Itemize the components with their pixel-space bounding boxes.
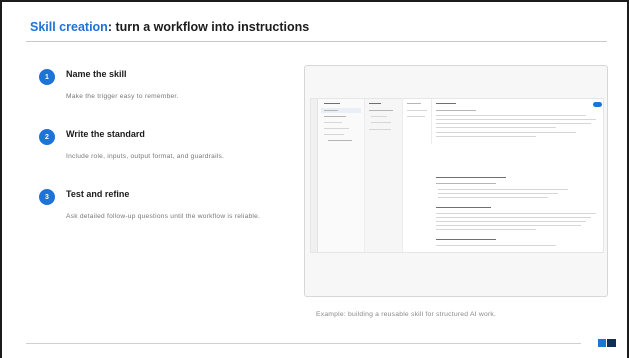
slide-title-accent: Skill creation bbox=[30, 20, 108, 34]
step-description: Ask detailed follow-up questions until t… bbox=[66, 213, 261, 220]
step-description: Make the trigger easy to remember. bbox=[66, 93, 179, 100]
step-number-badge: 2 bbox=[39, 129, 55, 145]
slide-title-rest: : turn a workflow into instructions bbox=[107, 20, 310, 34]
screenshot-app-window bbox=[310, 98, 604, 253]
screenshot-icon-rail bbox=[311, 99, 318, 252]
screenshot-tree-column bbox=[403, 99, 432, 144]
step-title: Write the standard bbox=[66, 129, 145, 139]
step-description: Include role, inputs, output format, and… bbox=[66, 153, 225, 160]
figure-caption: Example: building a reusable skill for s… bbox=[316, 311, 497, 318]
screenshot-document-pane bbox=[432, 99, 605, 252]
step-title: Test and refine bbox=[66, 189, 130, 199]
example-screenshot bbox=[304, 65, 608, 297]
step-number-badge: 1 bbox=[39, 69, 55, 85]
screenshot-sidebar bbox=[318, 99, 365, 252]
screenshot-list-column bbox=[365, 99, 403, 252]
slide-title: Skill creation: turn a workflow into ins… bbox=[30, 20, 309, 34]
step-number-badge: 3 bbox=[39, 189, 55, 205]
footer-divider bbox=[26, 343, 581, 344]
slide: Skill creation: turn a workflow into ins… bbox=[0, 0, 629, 358]
step-title: Name the skill bbox=[66, 69, 127, 79]
title-bar: Skill creation: turn a workflow into ins… bbox=[26, 20, 607, 42]
screenshot-toggle-icon bbox=[593, 102, 602, 107]
brand-logo-icon bbox=[598, 339, 616, 347]
